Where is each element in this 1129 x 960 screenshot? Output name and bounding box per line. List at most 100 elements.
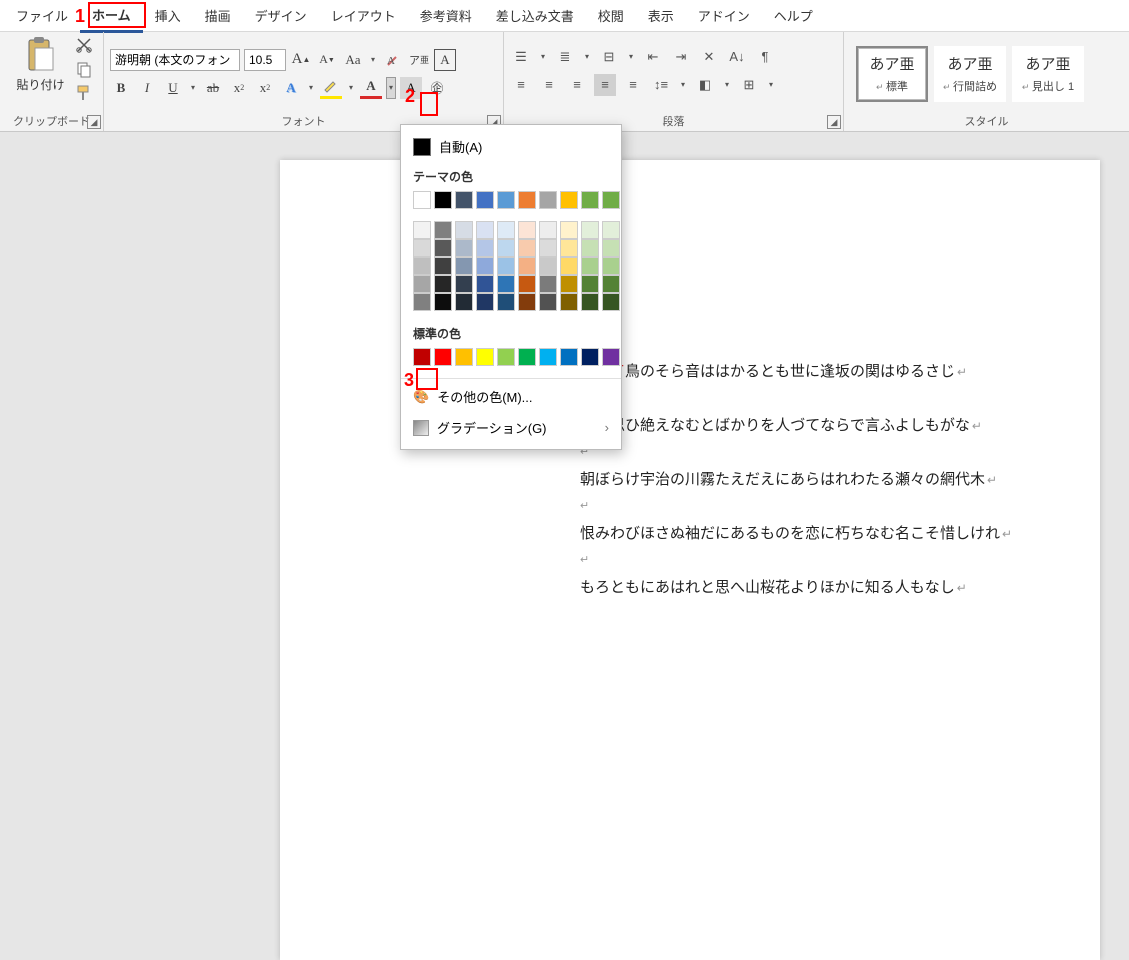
color-swatch[interactable] xyxy=(476,293,494,311)
color-swatch[interactable] xyxy=(602,275,620,293)
color-swatch[interactable] xyxy=(581,348,599,366)
color-swatch[interactable] xyxy=(455,348,473,366)
character-shading-button[interactable]: A xyxy=(400,77,422,99)
color-swatch[interactable] xyxy=(539,257,557,275)
color-swatch[interactable] xyxy=(413,191,431,209)
gradient-item[interactable]: グラデーション(G) › xyxy=(401,412,621,443)
color-swatch[interactable] xyxy=(413,239,431,257)
tab-help[interactable]: ヘルプ xyxy=(762,0,825,31)
tab-file[interactable]: ファイル xyxy=(4,0,80,31)
increase-indent-button[interactable]: ⇥ xyxy=(670,46,692,68)
font-color-button[interactable]: A xyxy=(360,77,382,99)
color-swatch[interactable] xyxy=(413,348,431,366)
color-swatch[interactable] xyxy=(455,257,473,275)
color-swatch[interactable] xyxy=(434,257,452,275)
color-swatch[interactable] xyxy=(581,191,599,209)
color-swatch[interactable] xyxy=(476,221,494,239)
tab-insert[interactable]: 挿入 xyxy=(143,0,193,31)
color-swatch[interactable] xyxy=(413,275,431,293)
color-swatch[interactable] xyxy=(539,221,557,239)
color-swatch[interactable] xyxy=(476,191,494,209)
color-swatch[interactable] xyxy=(455,191,473,209)
color-swatch[interactable] xyxy=(518,221,536,239)
color-swatch[interactable] xyxy=(518,239,536,257)
shading-button[interactable]: ◧ xyxy=(694,74,716,96)
color-swatch[interactable] xyxy=(602,348,620,366)
color-swatch[interactable] xyxy=(539,191,557,209)
clipboard-launcher[interactable]: ◢ xyxy=(87,115,101,129)
color-swatch[interactable] xyxy=(476,348,494,366)
align-left-button[interactable]: ≡ xyxy=(510,74,532,96)
color-swatch[interactable] xyxy=(602,293,620,311)
sort-button[interactable]: A↓ xyxy=(726,46,748,68)
phonetic-guide-button[interactable]: ア亜 xyxy=(408,49,430,71)
color-swatch[interactable] xyxy=(476,239,494,257)
doc-line[interactable]: こめて鳥のそら音ははかるとも世に逢坂の関はゆるさじ↵ xyxy=(580,360,1060,381)
color-swatch[interactable] xyxy=(560,191,578,209)
change-case-button[interactable]: Aa xyxy=(342,49,364,71)
color-swatch[interactable] xyxy=(413,221,431,239)
color-swatch[interactable] xyxy=(560,239,578,257)
color-swatch[interactable] xyxy=(560,275,578,293)
change-case-dropdown[interactable]: ▾ xyxy=(368,49,378,71)
character-border-button[interactable]: A xyxy=(434,49,456,71)
auto-color-item[interactable]: 自動(A) xyxy=(401,131,621,162)
tab-view[interactable]: 表示 xyxy=(636,0,686,31)
style-normal[interactable]: あア亜 標準 xyxy=(856,46,928,102)
color-swatch[interactable] xyxy=(539,275,557,293)
shading-dropdown[interactable]: ▾ xyxy=(722,74,732,96)
color-swatch[interactable] xyxy=(497,348,515,366)
color-swatch[interactable] xyxy=(602,221,620,239)
color-swatch[interactable] xyxy=(560,293,578,311)
color-swatch[interactable] xyxy=(434,275,452,293)
doc-line[interactable]: 朝ぼらけ宇治の川霧たえだえにあらはれわたる瀬々の網代木↵ xyxy=(580,468,1060,489)
underline-dropdown[interactable]: ▾ xyxy=(188,77,198,99)
style-heading1[interactable]: あア亜 見出し 1 xyxy=(1012,46,1084,102)
strikethrough-button[interactable]: ab xyxy=(202,77,224,99)
subscript-button[interactable]: x2 xyxy=(228,77,250,99)
align-right-button[interactable]: ≡ xyxy=(566,74,588,96)
doc-line[interactable]: ただ思ひ絶えなむとばかりを人づてならで言ふよしもがな↵ xyxy=(580,414,1060,435)
color-swatch[interactable] xyxy=(497,293,515,311)
multilevel-button[interactable]: ⊟ xyxy=(598,46,620,68)
font-color-dropdown[interactable]: ▾ xyxy=(386,77,396,99)
color-swatch[interactable] xyxy=(539,348,557,366)
grow-font-button[interactable]: A▲ xyxy=(290,49,312,71)
color-swatch[interactable] xyxy=(434,191,452,209)
distribute-button[interactable]: ≡ xyxy=(622,74,644,96)
text-effects-dropdown[interactable]: ▾ xyxy=(306,77,316,99)
color-swatch[interactable] xyxy=(581,257,599,275)
format-painter-icon[interactable] xyxy=(75,84,93,102)
color-swatch[interactable] xyxy=(581,221,599,239)
color-swatch[interactable] xyxy=(413,293,431,311)
more-colors-item[interactable]: 🎨 その他の色(M)... xyxy=(401,381,621,412)
color-swatch[interactable] xyxy=(518,191,536,209)
enclose-characters-button[interactable]: ㊭ xyxy=(426,77,448,99)
text-effects-button[interactable]: A xyxy=(280,77,302,99)
color-swatch[interactable] xyxy=(497,257,515,275)
tab-home[interactable]: ホーム xyxy=(80,0,143,33)
numbering-button[interactable]: ≣ xyxy=(554,46,576,68)
doc-line[interactable]: 恨みわびほさぬ袖だにあるものを恋に朽ちなむ名こそ惜しけれ↵ xyxy=(580,522,1060,543)
tab-addins[interactable]: アドイン xyxy=(686,0,762,31)
color-swatch[interactable] xyxy=(455,221,473,239)
color-swatch[interactable] xyxy=(455,293,473,311)
tab-mailings[interactable]: 差し込み文書 xyxy=(484,0,586,31)
color-swatch[interactable] xyxy=(518,348,536,366)
color-swatch[interactable] xyxy=(581,293,599,311)
color-swatch[interactable] xyxy=(497,275,515,293)
color-swatch[interactable] xyxy=(434,293,452,311)
doc-line[interactable]: もろともにあはれと思へ山桜花よりほかに知る人もなし↵ xyxy=(580,576,1060,597)
clear-formatting-button[interactable]: A xyxy=(382,49,404,71)
paragraph-launcher[interactable]: ◢ xyxy=(827,115,841,129)
color-swatch[interactable] xyxy=(518,275,536,293)
italic-button[interactable]: I xyxy=(136,77,158,99)
color-swatch[interactable] xyxy=(434,221,452,239)
color-swatch[interactable] xyxy=(518,257,536,275)
cut-icon[interactable] xyxy=(75,36,93,54)
color-swatch[interactable] xyxy=(476,275,494,293)
tab-review[interactable]: 校閲 xyxy=(586,0,636,31)
paste-label[interactable]: 貼り付け xyxy=(16,76,64,93)
bold-button[interactable]: B xyxy=(110,77,132,99)
ltr-button[interactable]: ✕ xyxy=(698,46,720,68)
